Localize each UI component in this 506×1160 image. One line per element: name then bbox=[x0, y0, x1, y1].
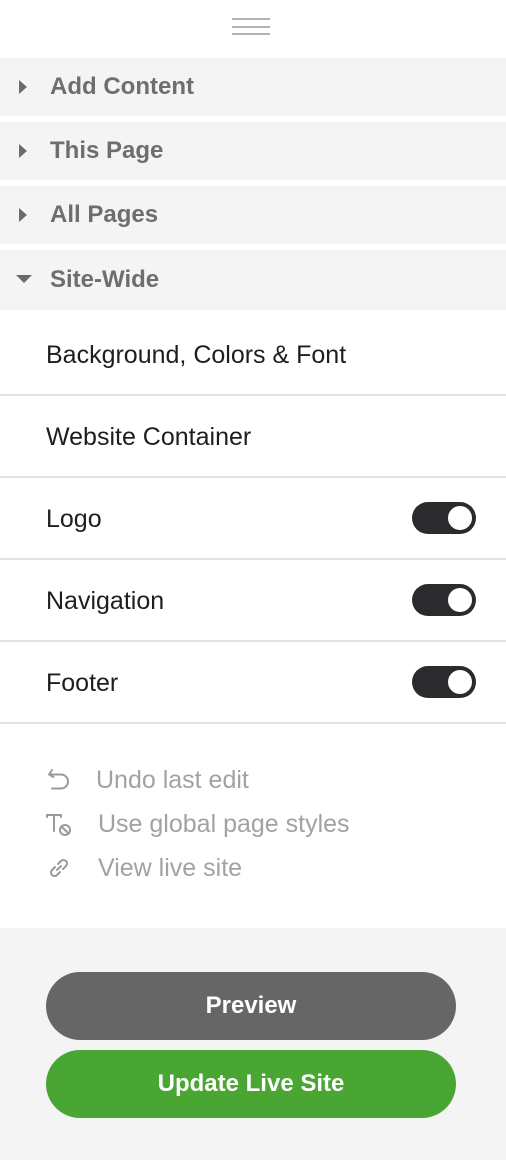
footer-toggle[interactable] bbox=[412, 666, 476, 698]
toggle-knob bbox=[448, 670, 472, 694]
toggle-knob bbox=[448, 506, 472, 530]
caret-right-icon bbox=[19, 144, 27, 158]
drag-handle-icon[interactable] bbox=[232, 18, 270, 36]
item-background-colors-font[interactable]: Background, Colors & Font bbox=[0, 314, 506, 396]
text-style-reset-icon bbox=[44, 809, 74, 839]
use-global-page-styles-link[interactable]: Use global page styles bbox=[44, 806, 350, 842]
action-label: View live site bbox=[98, 853, 243, 882]
caret-right-icon bbox=[19, 208, 27, 222]
view-live-site-link[interactable]: View live site bbox=[44, 850, 242, 886]
toggle-knob bbox=[448, 588, 472, 612]
section-label: This Page bbox=[50, 137, 164, 164]
item-label: Footer bbox=[46, 669, 119, 697]
logo-toggle[interactable] bbox=[412, 502, 476, 534]
item-website-container[interactable]: Website Container bbox=[0, 396, 506, 478]
caret-right-icon bbox=[19, 80, 27, 94]
item-label: Website Container bbox=[46, 423, 252, 451]
section-this-page[interactable]: This Page bbox=[0, 122, 506, 180]
item-logo[interactable]: Logo bbox=[0, 478, 506, 560]
section-label: Site-Wide bbox=[50, 266, 160, 293]
section-label: All Pages bbox=[50, 201, 159, 228]
panel-header bbox=[0, 0, 506, 58]
section-all-pages[interactable]: All Pages bbox=[0, 186, 506, 244]
item-label: Background, Colors & Font bbox=[46, 341, 347, 369]
item-navigation[interactable]: Navigation bbox=[0, 560, 506, 642]
panel-footer: Preview Update Live Site bbox=[0, 928, 506, 1160]
item-label: Navigation bbox=[46, 587, 165, 615]
item-label: Logo bbox=[46, 505, 102, 533]
link-icon bbox=[44, 853, 74, 883]
navigation-toggle[interactable] bbox=[412, 584, 476, 616]
section-add-content[interactable]: Add Content bbox=[0, 58, 506, 116]
undo-icon bbox=[44, 765, 74, 795]
section-site-wide[interactable]: Site-Wide bbox=[0, 250, 506, 310]
preview-button[interactable]: Preview bbox=[46, 972, 456, 1040]
caret-down-icon bbox=[16, 275, 32, 283]
undo-last-edit-link[interactable]: Undo last edit bbox=[44, 762, 249, 798]
update-live-site-button[interactable]: Update Live Site bbox=[46, 1050, 456, 1118]
item-footer[interactable]: Footer bbox=[0, 642, 506, 724]
section-label: Add Content bbox=[50, 73, 194, 100]
action-label: Undo last edit bbox=[96, 765, 249, 794]
action-label: Use global page styles bbox=[98, 809, 350, 838]
